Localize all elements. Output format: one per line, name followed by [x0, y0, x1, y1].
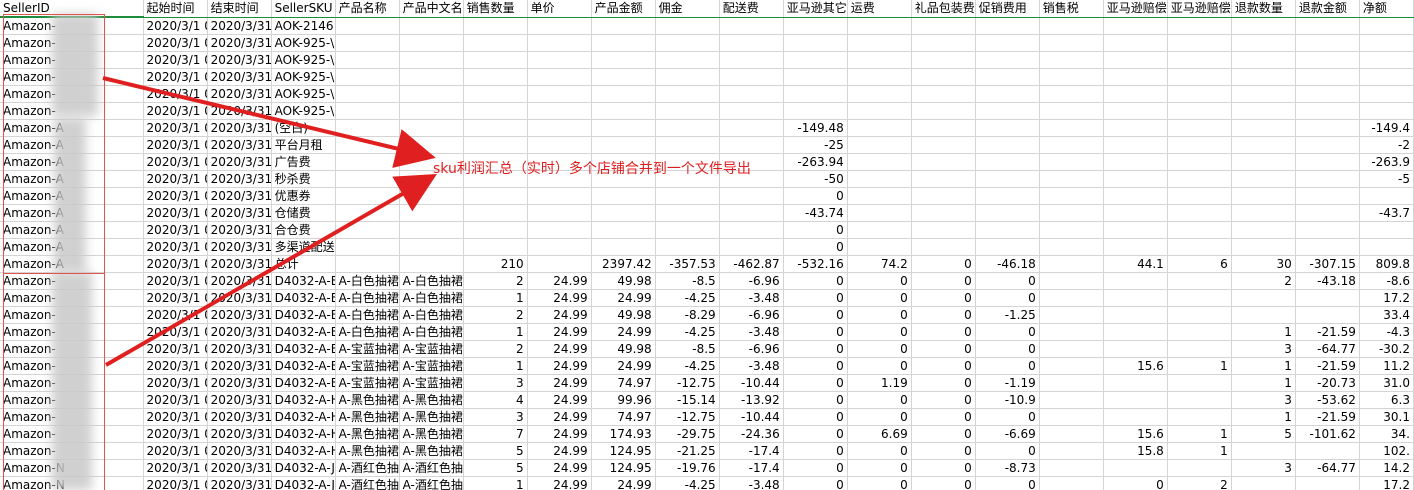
annotation-note: sku利润汇总（实时）多个店铺合并到一个文件导出: [433, 161, 751, 177]
spreadsheet[interactable]: SellerID 起始时间 结束时间 SellerSKU 产品名称 产品中文名 销售数量 单价…: [0, 0, 1414, 490]
arrow-lower: [105, 174, 437, 367]
arrow-upper: [102, 76, 436, 168]
annotation-arrows: [102, 76, 437, 367]
